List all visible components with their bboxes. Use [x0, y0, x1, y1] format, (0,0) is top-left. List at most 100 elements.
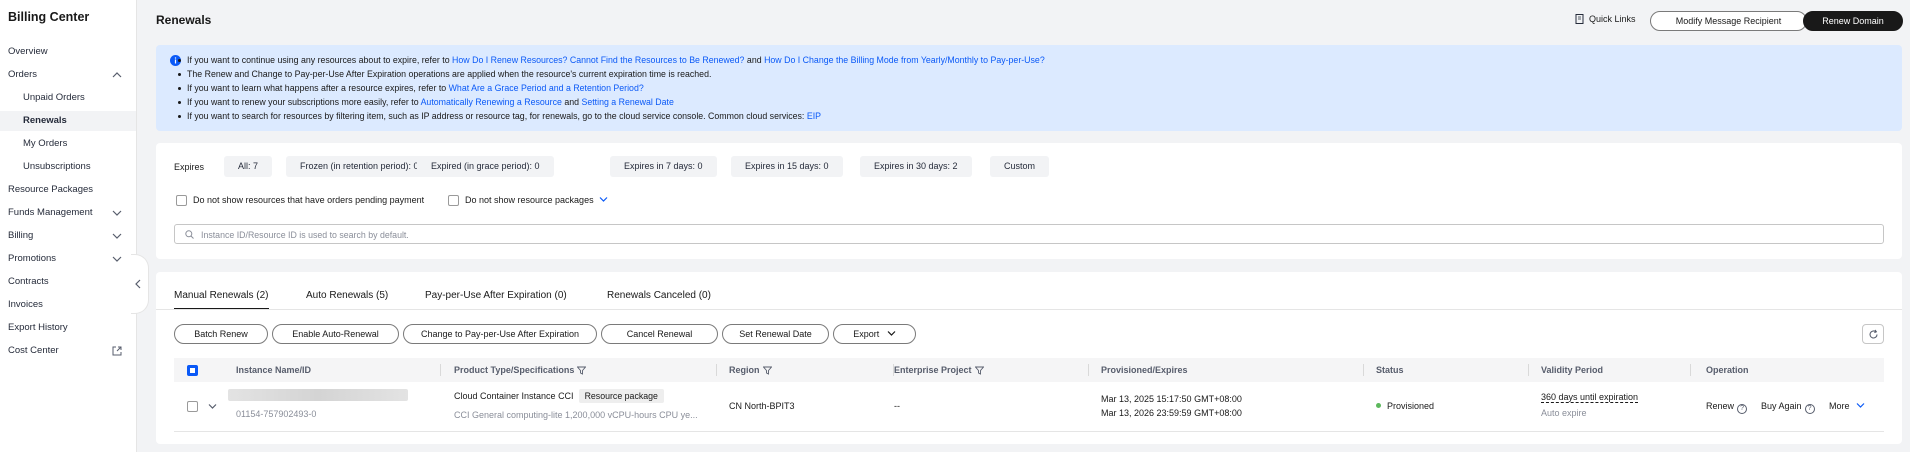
cancel-renewal-button[interactable]: Cancel Renewal — [601, 324, 718, 344]
select-all-checkbox[interactable] — [187, 365, 198, 376]
filter-chip-30-days[interactable]: Expires in 30 days: 2 — [860, 156, 972, 177]
tab-auto-renewals[interactable]: Auto Renewals (5) — [306, 290, 388, 301]
sidebar-collapse-toggle[interactable] — [131, 254, 149, 314]
notice-line: If you want to renew your subscriptions … — [178, 97, 674, 107]
provisioned-time: Mar 13, 2025 15:17:50 GMT+08:00 — [1101, 394, 1242, 404]
sidebar-item-invoices[interactable]: Invoices — [0, 295, 136, 315]
tab-divider — [156, 309, 1902, 310]
column-header-enterprise-project: Enterprise Project — [894, 365, 985, 375]
expires-label: Expires — [174, 162, 205, 172]
hide-pending-orders-label: Do not show resources that have orders p… — [193, 195, 425, 205]
chevron-down-icon — [112, 210, 122, 216]
sidebar-title: Billing Center — [8, 10, 90, 24]
notice-link[interactable]: Automatically Renewing a Resource — [421, 97, 562, 107]
sidebar-item-billing[interactable]: Billing — [0, 226, 136, 246]
page-title: Renewals — [156, 13, 212, 27]
search-field[interactable] — [174, 224, 1884, 244]
more-dropdown[interactable]: More — [1829, 401, 1865, 411]
hide-resource-packages-checkbox[interactable] — [448, 195, 459, 206]
filter-icon[interactable] — [974, 366, 985, 375]
info-notice: If you want to continue using any resour… — [156, 45, 1902, 131]
filter-chip-custom[interactable]: Custom — [990, 156, 1050, 177]
refresh-button[interactable] — [1862, 324, 1884, 344]
status-badge: Provisioned — [1376, 401, 1434, 411]
bookmark-icon — [1575, 14, 1584, 24]
external-link-icon — [112, 346, 122, 356]
filter-chip-all[interactable]: All: 7 — [224, 156, 273, 177]
filter-chip-frozen[interactable]: Frozen (in retention period): 0 — [286, 156, 433, 177]
table-row: 01154-757902493-0 Cloud Container Instan… — [174, 382, 1884, 432]
hide-resource-packages-label: Do not show resource packages — [465, 195, 608, 205]
renew-link[interactable]: Renew? — [1706, 401, 1748, 414]
sidebar-item-unsubscriptions[interactable]: Unsubscriptions — [0, 157, 136, 177]
notice-link[interactable]: Setting a Renewal Date — [581, 97, 673, 107]
notice-line: The Renew and Change to Pay-per-Use Afte… — [177, 69, 712, 79]
column-header-instance: Instance Name/ID — [236, 365, 312, 375]
tab-pay-per-use-after-expiration[interactable]: Pay-per-Use After Expiration (0) — [425, 290, 567, 301]
hide-pending-orders-checkbox[interactable] — [176, 195, 187, 206]
filter-icon[interactable] — [576, 366, 587, 375]
chevron-up-icon — [112, 72, 122, 78]
sidebar-item-contracts[interactable]: Contracts — [0, 272, 136, 292]
instance-id: 01154-757902493-0 — [236, 409, 317, 419]
enable-auto-renewal-button[interactable]: Enable Auto-Renewal — [272, 324, 399, 344]
enterprise-project: -- — [894, 401, 900, 411]
sidebar-item-orders[interactable]: Orders — [0, 65, 136, 85]
notice-line: If you want to learn what happens after … — [178, 83, 644, 93]
column-header-product: Product Type/Specifications — [454, 365, 587, 375]
chevron-down-icon — [1856, 403, 1865, 408]
batch-renew-button[interactable]: Batch Renew — [174, 324, 268, 344]
notice-line: If you want to continue using any resour… — [178, 55, 1045, 65]
chevron-down-icon — [887, 331, 896, 336]
filter-chip-7-days[interactable]: Expires in 7 days: 0 — [610, 156, 717, 177]
sidebar-item-cost-center[interactable]: Cost Center — [0, 341, 136, 361]
sidebar: Billing Center Overview Orders Unpaid Or… — [0, 0, 137, 452]
sidebar-item-unpaid-orders[interactable]: Unpaid Orders — [0, 88, 136, 108]
renewal-type: Auto expire — [1541, 408, 1587, 418]
tab-manual-renewals[interactable]: Manual Renewals (2) — [174, 290, 269, 310]
sidebar-item-export-history[interactable]: Export History — [0, 318, 136, 338]
resource-package-badge: Resource package — [578, 389, 664, 403]
change-to-pay-per-use-button[interactable]: Change to Pay-per-Use After Expiration — [403, 324, 597, 344]
notice-link[interactable]: What Are a Grace Period and a Retention … — [449, 83, 644, 93]
validity-period[interactable]: 360 days until expiration — [1541, 392, 1639, 403]
filter-chip-15-days[interactable]: Expires in 15 days: 0 — [731, 156, 843, 177]
set-renewal-date-button[interactable]: Set Renewal Date — [722, 324, 829, 344]
notice-link[interactable]: EIP — [807, 111, 821, 121]
refresh-icon — [1869, 329, 1878, 339]
column-header-provisioned-expires: Provisioned/Expires — [1101, 365, 1188, 375]
column-header-region: Region — [729, 365, 772, 375]
sidebar-item-overview[interactable]: Overview — [0, 42, 136, 62]
search-input[interactable] — [201, 227, 801, 242]
sidebar-item-promotions[interactable]: Promotions — [0, 249, 136, 269]
buy-again-link[interactable]: Buy Again? — [1761, 401, 1815, 414]
help-icon: ? — [1737, 404, 1748, 414]
expand-row-icon[interactable] — [208, 403, 217, 410]
renew-domain-button[interactable]: Renew Domain — [1803, 11, 1903, 31]
filter-chip-expired[interactable]: Expired (in grace period): 0 — [417, 156, 554, 177]
chevron-down-icon — [112, 233, 122, 239]
filter-icon[interactable] — [762, 366, 772, 375]
search-icon — [185, 230, 194, 239]
notice-link[interactable]: How Do I Renew Resources? Cannot Find th… — [452, 55, 744, 65]
region: CN North-BPIT3 — [729, 401, 795, 411]
sidebar-item-resource-packages[interactable]: Resource Packages — [0, 180, 136, 200]
row-checkbox[interactable] — [187, 401, 198, 412]
quick-links-link[interactable]: Quick Links — [1575, 14, 1636, 24]
product-type: Cloud Container Instance CCI Resource pac… — [454, 389, 664, 403]
notice-line: If you want to search for resources by f… — [177, 111, 822, 121]
export-dropdown[interactable]: Export — [833, 324, 916, 344]
column-header-status: Status — [1376, 365, 1404, 375]
sidebar-item-my-orders[interactable]: My Orders — [0, 134, 136, 154]
chevron-down-icon[interactable] — [599, 196, 608, 203]
expires-time: Mar 13, 2026 23:59:59 GMT+08:00 — [1101, 408, 1242, 418]
help-icon: ? — [1804, 404, 1815, 414]
sidebar-item-funds-management[interactable]: Funds Management — [0, 203, 136, 223]
notice-link[interactable]: How Do I Change the Billing Mode from Ye… — [764, 55, 1045, 65]
tab-renewals-canceled[interactable]: Renewals Canceled (0) — [607, 290, 711, 301]
modify-message-recipient-button[interactable]: Modify Message Recipient — [1650, 11, 1807, 31]
chevron-down-icon — [112, 256, 122, 262]
column-header-validity-period: Validity Period — [1541, 365, 1604, 375]
chevron-left-icon — [135, 279, 141, 289]
sidebar-item-renewals[interactable]: Renewals — [0, 111, 136, 131]
